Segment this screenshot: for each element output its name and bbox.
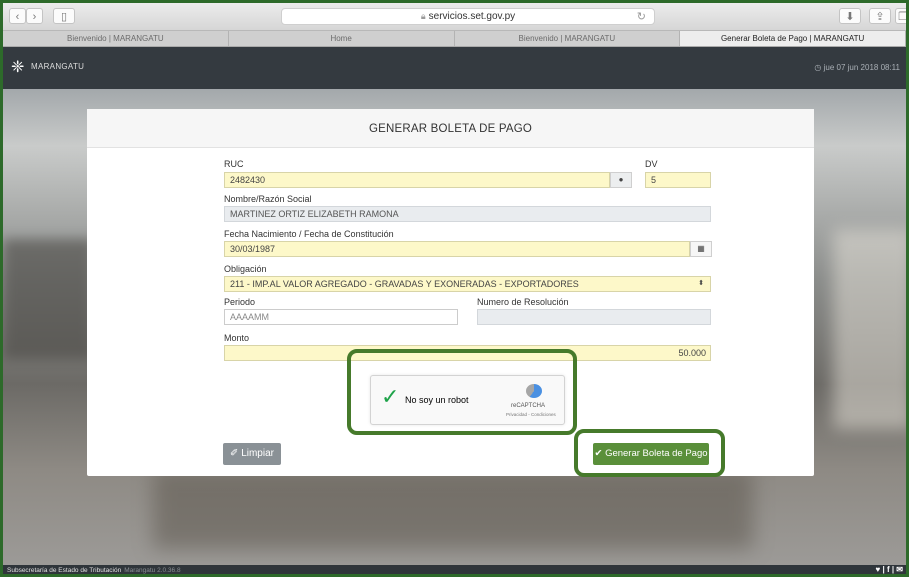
address-bar[interactable]: 🔒︎ servicios.set.gov.py ↻ (281, 8, 655, 25)
datetime: ◷ jue 07 jun 2018 08:11 (814, 63, 900, 72)
fecha-label: Fecha Nacimiento / Fecha de Constitución (224, 229, 394, 239)
calendar-icon[interactable]: ▦ (690, 241, 712, 257)
tab-bienvenido-2[interactable]: Bienvenido | MARANGATU (455, 31, 681, 46)
periodo-label: Periodo (224, 297, 256, 307)
marangatu-logo-icon[interactable]: ❈ (11, 57, 24, 77)
social-icons[interactable]: ♥ | f | ✉ (876, 565, 903, 574)
monto-label: Monto (224, 333, 250, 343)
clear-button[interactable]: ✐ Limpiar (223, 443, 281, 465)
select-arrows-icon: ⬍ (698, 280, 704, 287)
tab-home[interactable]: Home (229, 31, 455, 46)
brand-name[interactable]: MARANGATU (31, 62, 84, 71)
submit-highlight (574, 429, 725, 477)
tabs-overview-icon[interactable]: ❐ (895, 8, 906, 24)
footer-version: Marangatu 2.0.36.8 (124, 567, 181, 574)
footer-org: Subsecretaría de Estado de Tributación Ma… (7, 567, 181, 574)
nombre-label: Nombre/Razón Social (224, 194, 312, 204)
fecha-field[interactable]: 30/03/1987 (224, 241, 690, 257)
url-text: servicios.set.gov.py (428, 11, 516, 22)
eraser-icon: ✐ (230, 448, 239, 459)
download-icon[interactable]: ⬇ (839, 8, 861, 24)
sidebar-icon[interactable]: ▯ (53, 8, 75, 24)
resolucion-label: Numero de Resolución (477, 297, 569, 307)
reload-icon[interactable]: ↻ (637, 10, 646, 25)
nombre-field[interactable]: MARTINEZ ORTIZ ELIZABETH RAMONA (224, 206, 711, 222)
form-title: GENERAR BOLETA DE PAGO (87, 109, 814, 148)
forward-icon[interactable]: › (26, 8, 43, 24)
tab-bar: Bienvenido | MARANGATU Home Bienvenido |… (3, 31, 906, 47)
ruc-field[interactable]: 2482430 (224, 172, 610, 188)
dv-label: DV (645, 159, 658, 169)
browser-toolbar: ‹ › ▯ 🔒︎ servicios.set.gov.py ↻ ⬇ ⇪ ❐ (3, 3, 906, 31)
share-icon[interactable]: ⇪ (869, 8, 891, 24)
periodo-field[interactable]: AAAAMM (224, 309, 458, 325)
user-lookup-icon[interactable]: ● (610, 172, 632, 188)
resolucion-field[interactable] (477, 309, 711, 325)
footer: Subsecretaría de Estado de Tributación Ma… (3, 565, 906, 574)
ruc-label: RUC (224, 159, 244, 169)
obligacion-label: Obligación (224, 264, 267, 274)
browser-window: ‹ › ▯ 🔒︎ servicios.set.gov.py ↻ ⬇ ⇪ ❐ Bie… (3, 3, 906, 574)
captcha-highlight (347, 349, 577, 435)
dv-field[interactable]: 5 (645, 172, 711, 188)
tab-generar-boleta[interactable]: Generar Boleta de Pago | MARANGATU (680, 31, 906, 46)
tab-bienvenido-1[interactable]: Bienvenido | MARANGATU (3, 31, 229, 46)
obligacion-value: 211 - IMP.AL VALOR AGREGADO - GRAVADAS Y… (230, 279, 579, 289)
app-header: ❈ MARANGATU ◷ jue 07 jun 2018 08:11 (3, 47, 906, 89)
obligacion-select[interactable]: 211 - IMP.AL VALOR AGREGADO - GRAVADAS Y… (224, 276, 711, 292)
lock-icon: 🔒︎ (420, 11, 426, 21)
back-icon[interactable]: ‹ (9, 8, 26, 24)
